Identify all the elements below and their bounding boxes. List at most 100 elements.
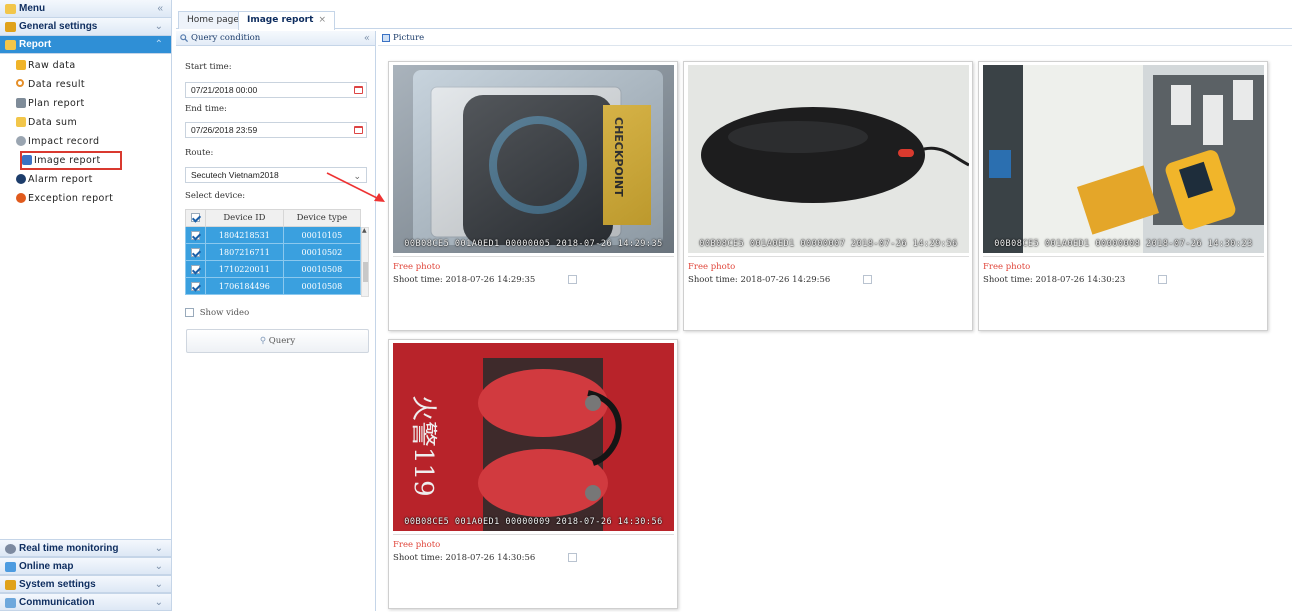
section-communication[interactable]: Communication ⌄ <box>0 593 171 611</box>
photo-type: Free photo <box>983 262 1031 272</box>
shoot-time-label: Shoot time: <box>393 553 443 563</box>
image-report-icon <box>22 155 32 165</box>
checkpoint-tag-photo[interactable]: CHECKPOINT 00B08CE5 001A0ED1 00000005 20… <box>393 65 674 253</box>
row-checkbox[interactable] <box>191 281 200 291</box>
menu-item-plan-report[interactable]: Plan report <box>0 94 171 113</box>
left-menu: Menu « General settings ⌄ Report ⌃ Raw d… <box>0 0 172 611</box>
show-video-option[interactable]: Show video <box>185 308 249 318</box>
menu-item-label: Alarm report <box>28 174 93 185</box>
section-general-settings[interactable]: General settings ⌄ <box>0 18 171 36</box>
calendar-icon[interactable] <box>354 86 363 94</box>
photo-card[interactable]: 00B08CE5 001A0ED1 00000008 2018-07-26 14… <box>978 61 1268 331</box>
shoot-time-value: 2018-07-26 14:30:23 <box>1035 275 1126 285</box>
chevron-down-icon[interactable]: ⌄ <box>155 540 163 558</box>
select-all-cell[interactable] <box>185 209 206 227</box>
device-type-cell: 00010508 <box>282 260 362 278</box>
menu-item-data-result[interactable]: Data result <box>0 75 171 94</box>
picture-panel-title: Picture <box>393 33 425 43</box>
photo-type: Free photo <box>688 262 736 272</box>
start-time-field[interactable]: 07/21/2018 00:00 <box>185 82 367 98</box>
shoot-time: Shoot time: 2018-07-26 14:29:56 <box>688 275 873 285</box>
device-table-scrollbar[interactable]: ▲ <box>361 227 369 297</box>
section-online-map[interactable]: Online map ⌄ <box>0 557 171 575</box>
menu-item-label: Exception report <box>28 193 114 204</box>
scroll-up-icon[interactable]: ▲ <box>362 227 367 234</box>
menu-item-exception-report[interactable]: Exception report <box>0 189 171 208</box>
shoot-time: Shoot time: 2018-07-26 14:29:35 <box>393 275 578 285</box>
table-row[interactable]: 1804218531 00010105 <box>185 226 362 244</box>
chevron-down-icon[interactable]: ⌄ <box>155 576 163 594</box>
route-label: Route: <box>185 148 214 158</box>
section-label: Communication <box>19 597 95 608</box>
chevron-down-icon[interactable]: ⌄ <box>155 558 163 576</box>
select-device-label: Select device: <box>185 191 246 201</box>
show-video-checkbox[interactable] <box>185 308 194 317</box>
column-device-type[interactable]: Device type <box>282 209 362 227</box>
table-row[interactable]: 1706184496 00010508 <box>185 277 362 295</box>
photo-card[interactable]: 火警119 00B08CE5 001A0ED1 00000009 2018-07… <box>388 339 678 609</box>
photo-stamp: 00B08CE5 001A0ED1 00000009 2018-07-26 14… <box>404 517 663 527</box>
handheld-device-photo[interactable]: 00B08CE5 001A0ED1 00000008 2018-07-26 14… <box>983 65 1264 253</box>
monitor-icon <box>5 544 16 554</box>
collapse-query-icon[interactable]: « <box>364 31 370 46</box>
scrollbar-thumb[interactable] <box>363 262 368 282</box>
photo-type: Free photo <box>393 540 441 550</box>
menu-item-data-sum[interactable]: Data sum <box>0 113 171 132</box>
data-sum-icon <box>16 117 26 127</box>
shoot-time-value: 2018-07-26 14:29:35 <box>445 275 536 285</box>
chevron-down-icon[interactable]: ⌄ <box>155 18 163 36</box>
row-checkbox[interactable] <box>191 230 200 240</box>
photo-stamp: 00B08CE5 001A0ED1 00000005 2018-07-26 14… <box>404 239 663 249</box>
photo-select-checkbox[interactable] <box>568 553 578 562</box>
report-icon <box>5 40 16 50</box>
menu-item-impact-record[interactable]: Impact record <box>0 132 171 151</box>
query-button[interactable]: ⚲ Query <box>186 329 369 353</box>
chevron-down-icon[interactable]: ⌄ <box>155 594 163 612</box>
show-video-label: Show video <box>199 308 250 318</box>
device-table-header: Device ID Device type <box>185 209 362 227</box>
tab-label: Image report <box>247 15 314 25</box>
row-checkbox[interactable] <box>191 247 200 257</box>
photo-select-checkbox[interactable] <box>863 275 873 284</box>
computer-mouse-photo[interactable]: 00B08CE5 001A0ED1 00000007 2018-07-26 14… <box>688 65 969 253</box>
table-row[interactable]: 1710220011 00010508 <box>185 260 362 278</box>
collapse-left-icon[interactable]: « <box>157 0 163 18</box>
photo-card[interactable]: CHECKPOINT 00B08CE5 001A0ED1 00000005 20… <box>388 61 678 331</box>
photo-select-checkbox[interactable] <box>568 275 578 284</box>
device-id-cell: 1804218531 <box>205 226 284 244</box>
column-device-id[interactable]: Device ID <box>205 209 284 227</box>
menu-folder-icon <box>5 4 16 14</box>
search-icon <box>180 34 188 42</box>
exception-icon <box>16 193 26 203</box>
end-time-field[interactable]: 07/26/2018 23:59 <box>185 122 367 138</box>
tab-label: Home page <box>187 15 239 25</box>
section-real-time-monitoring[interactable]: Real time monitoring ⌄ <box>0 539 171 557</box>
section-label: Report <box>19 39 52 50</box>
section-system-settings[interactable]: System settings ⌄ <box>0 575 171 593</box>
select-all-checkbox[interactable] <box>191 213 200 222</box>
section-label: System settings <box>19 579 96 590</box>
menu-header[interactable]: Menu « <box>0 0 171 18</box>
photo-type: Free photo <box>393 262 441 272</box>
table-row[interactable]: 1807216711 00010502 <box>185 243 362 261</box>
device-id-cell: 1710220011 <box>205 260 284 278</box>
shoot-time-label: Shoot time: <box>983 275 1033 285</box>
photo-card[interactable]: 00B08CE5 001A0ED1 00000007 2018-07-26 14… <box>683 61 973 331</box>
menu-item-label: Image report <box>34 155 101 166</box>
fire-extinguisher-photo[interactable]: 火警119 00B08CE5 001A0ED1 00000009 2018-07… <box>393 343 674 531</box>
chevron-up-icon[interactable]: ⌃ <box>155 36 163 54</box>
search-icon: ⚲ <box>259 336 267 346</box>
calendar-icon[interactable] <box>354 126 363 134</box>
menu-item-raw-data[interactable]: Raw data <box>0 56 171 75</box>
shoot-time-label: Shoot time: <box>688 275 738 285</box>
row-checkbox[interactable] <box>191 264 200 274</box>
impact-record-icon <box>16 136 26 146</box>
menu-item-alarm-report[interactable]: Alarm report <box>0 170 171 189</box>
menu-item-image-report[interactable]: Image report <box>20 151 122 170</box>
close-icon[interactable]: × <box>319 15 327 25</box>
photo-select-checkbox[interactable] <box>1158 275 1168 284</box>
tab-image-report[interactable]: Image report × <box>238 11 336 30</box>
section-report[interactable]: Report ⌃ <box>0 36 171 54</box>
photo-stamp: 00B08CE5 001A0ED1 00000007 2018-07-26 14… <box>699 239 958 249</box>
menu-item-label: Plan report <box>28 98 85 109</box>
